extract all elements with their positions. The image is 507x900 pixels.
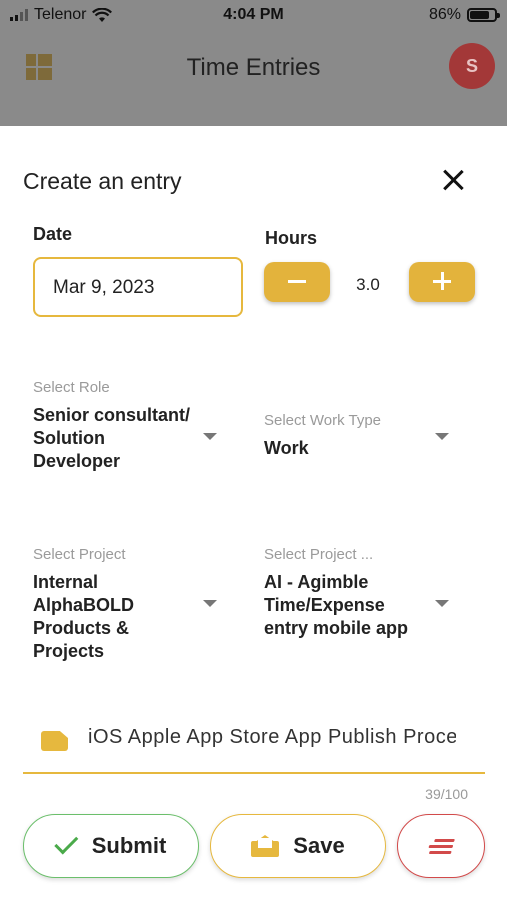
work-type-value: Work — [264, 438, 309, 458]
battery-percent: 86% — [428, 6, 461, 23]
project-label: Select Project — [33, 546, 126, 563]
hours-label: Hours — [265, 228, 318, 248]
hours-value: 3.0 — [356, 275, 380, 294]
project-value: Internal AlphaBOLD Products & Projects — [33, 572, 134, 661]
check-icon — [53, 830, 79, 855]
battery-icon — [467, 8, 500, 22]
save-button[interactable]: Save — [210, 814, 386, 878]
chevron-down-icon — [435, 600, 449, 607]
role-value: Senior consultant/ Solution Developer — [33, 405, 191, 471]
status-bar: Telenor 4:04 PM 86% — [0, 0, 507, 30]
increment-hours-button[interactable] — [409, 262, 475, 302]
dimmed-overlay[interactable]: Telenor 4:04 PM 86% Time Entries S — [0, 0, 507, 126]
battery-level — [470, 11, 489, 19]
role-label: Select Role — [33, 379, 110, 396]
decrement-hours-button[interactable] — [264, 262, 330, 302]
character-counter: 39/100 — [425, 786, 468, 802]
description-field[interactable]: iOS Apple App Store App Publish Process — [23, 716, 485, 774]
more-options-button[interactable] — [397, 814, 485, 878]
submit-label: Submit — [91, 833, 167, 858]
submit-button[interactable]: Submit — [23, 814, 199, 878]
save-label: Save — [293, 833, 345, 858]
description-input[interactable]: iOS Apple App Store App Publish Process — [88, 726, 456, 749]
date-label: Date — [33, 224, 73, 244]
create-entry-sheet: Create an entry Date Mar 9, 2023 Hours 3… — [0, 126, 507, 900]
close-icon[interactable] — [440, 167, 466, 193]
project-task-label: Select Project ... — [264, 546, 374, 563]
chevron-down-icon — [203, 600, 217, 607]
work-type-label: Select Work Type — [264, 412, 381, 429]
note-icon — [41, 731, 68, 751]
app-bar: Time Entries S — [0, 40, 507, 96]
minus-icon — [288, 280, 306, 283]
lines-menu-icon — [427, 838, 455, 854]
page-title: Time Entries — [186, 54, 321, 81]
envelope-icon — [251, 835, 280, 857]
chevron-down-icon — [203, 433, 217, 440]
date-field[interactable]: Mar 9, 2023 — [33, 257, 243, 317]
project-task-value: AI - Agimble Time/Expense entry mobile a… — [264, 572, 409, 638]
chevron-down-icon — [435, 433, 449, 440]
avatar[interactable]: S — [449, 43, 495, 89]
sheet-title: Create an entry — [23, 168, 182, 194]
